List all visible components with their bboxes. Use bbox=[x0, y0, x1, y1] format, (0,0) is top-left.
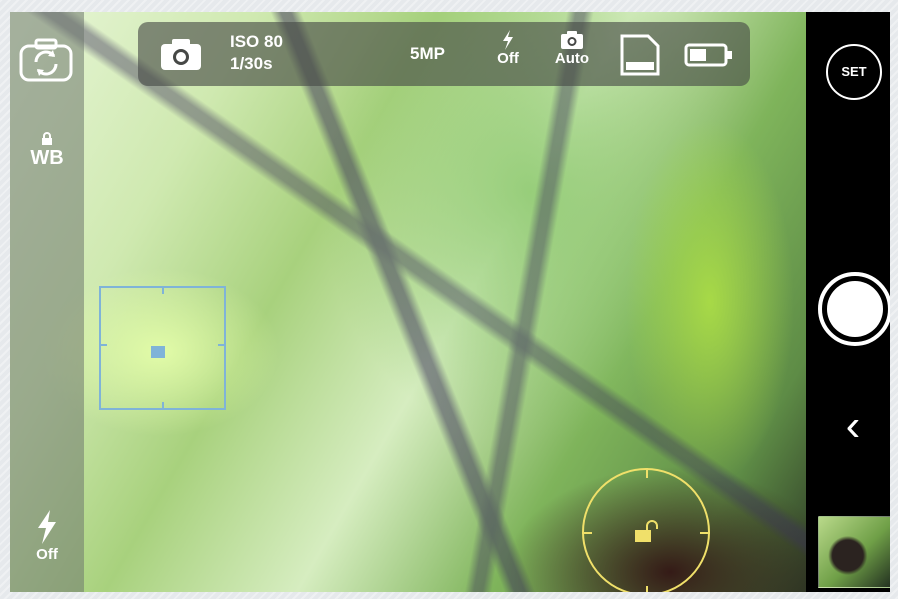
lock-icon bbox=[42, 132, 52, 145]
left-control-bar: WB Off bbox=[10, 12, 84, 592]
focus-box[interactable] bbox=[99, 286, 226, 410]
wb-label: WB bbox=[30, 147, 64, 169]
focus-box-tick-bottom bbox=[162, 402, 164, 410]
right-control-bar: SET ‹ bbox=[806, 12, 890, 592]
back-button[interactable]: ‹ bbox=[838, 404, 868, 450]
focus-box-tick-top bbox=[162, 286, 164, 294]
camera-small-icon bbox=[561, 31, 583, 49]
exposure-ring-tick-top bbox=[646, 468, 648, 478]
shoot-mode-label: Auto bbox=[554, 50, 590, 67]
flash-icon bbox=[503, 30, 513, 50]
shutter-value: 1/30s bbox=[230, 54, 273, 73]
settings-button[interactable]: SET bbox=[826, 44, 882, 100]
camera-mode-button[interactable] bbox=[160, 38, 202, 75]
exposure-ring-tick-right bbox=[700, 532, 710, 534]
focus-box-tick-left bbox=[99, 344, 107, 346]
device-frame: WB Off ISO 80 1/30s 5MP Off Auto SET ‹ bbox=[0, 0, 898, 599]
shoot-mode-button[interactable]: Auto bbox=[548, 30, 596, 67]
top-status-bar: ISO 80 1/30s 5MP Off Auto bbox=[138, 22, 750, 86]
exposure-ring[interactable] bbox=[582, 468, 710, 592]
shutter-button[interactable] bbox=[818, 272, 890, 346]
topbar-flash-label: Off bbox=[497, 50, 519, 67]
white-balance-button[interactable]: WB bbox=[18, 132, 76, 182]
storage-button[interactable] bbox=[620, 34, 660, 81]
iso-value: ISO 80 bbox=[230, 32, 283, 51]
camera-icon bbox=[161, 39, 201, 70]
unlock-icon bbox=[635, 520, 658, 542]
exposure-ring-tick-bottom bbox=[646, 586, 648, 592]
shutter-button-inner bbox=[827, 281, 883, 337]
iso-shutter-readout[interactable]: ISO 80 1/30s bbox=[230, 31, 283, 75]
focus-box-marker bbox=[151, 346, 165, 358]
flash-bolt-icon bbox=[38, 510, 56, 544]
left-flash-label: Off bbox=[36, 546, 58, 563]
flash-toggle-button[interactable]: Off bbox=[18, 510, 76, 580]
flash-mode-button[interactable]: Off bbox=[490, 30, 526, 67]
battery-icon bbox=[684, 43, 732, 67]
exposure-ring-tick-left bbox=[582, 532, 592, 534]
camera-switch-icon bbox=[19, 38, 73, 82]
focus-box-tick-right bbox=[218, 344, 226, 346]
settings-label: SET bbox=[841, 64, 867, 79]
battery-indicator bbox=[684, 42, 734, 73]
camera-screen: WB Off ISO 80 1/30s 5MP Off Auto SET ‹ bbox=[10, 12, 890, 592]
camera-switch-button[interactable] bbox=[18, 38, 74, 84]
last-photo-thumbnail[interactable] bbox=[818, 516, 890, 588]
memory-card-icon bbox=[620, 34, 660, 76]
resolution-button[interactable]: 5MP bbox=[410, 44, 445, 64]
